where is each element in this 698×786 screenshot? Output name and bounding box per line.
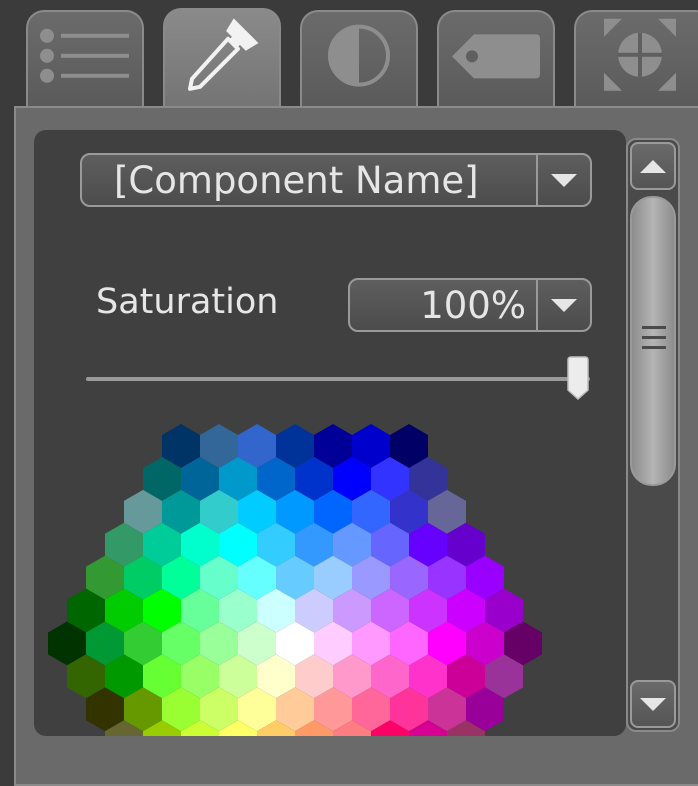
saturation-dropdown[interactable]: 100% (348, 278, 592, 332)
vertical-scrollbar[interactable] (626, 138, 680, 732)
chevron-down-icon[interactable] (536, 155, 590, 205)
tab-strip (0, 0, 698, 112)
eyedropper-icon (182, 15, 262, 99)
chevron-up-icon (640, 159, 666, 173)
grip-line (642, 346, 666, 349)
contrast-icon (327, 24, 391, 92)
scrollbar-thumb[interactable] (630, 196, 676, 486)
chevron-down-icon (640, 697, 666, 711)
tab-contrast[interactable] (300, 10, 418, 110)
scroll-down-button[interactable] (630, 680, 676, 728)
tab-transform[interactable] (574, 10, 698, 110)
grip-line (642, 326, 666, 329)
tab-list[interactable] (26, 10, 144, 110)
color-panel-content (34, 130, 626, 736)
component-dropdown[interactable]: [Component Name] (80, 153, 592, 207)
saturation-slider-thumb[interactable] (566, 356, 590, 401)
tab-tag[interactable] (437, 10, 555, 110)
chevron-down-icon[interactable] (536, 280, 590, 330)
saturation-slider-track[interactable] (86, 377, 590, 381)
list-icon (37, 26, 133, 90)
move-icon (600, 15, 680, 99)
tag-icon (450, 32, 542, 84)
scroll-up-button[interactable] (630, 142, 676, 190)
tab-color[interactable] (163, 8, 281, 112)
component-dropdown-value: [Component Name] (114, 158, 479, 202)
grip-line (642, 336, 666, 339)
saturation-label: Saturation (96, 282, 279, 322)
hex-grid[interactable] (34, 130, 626, 736)
hex-color-picker[interactable] (34, 130, 626, 736)
saturation-value: 100% (420, 283, 526, 327)
